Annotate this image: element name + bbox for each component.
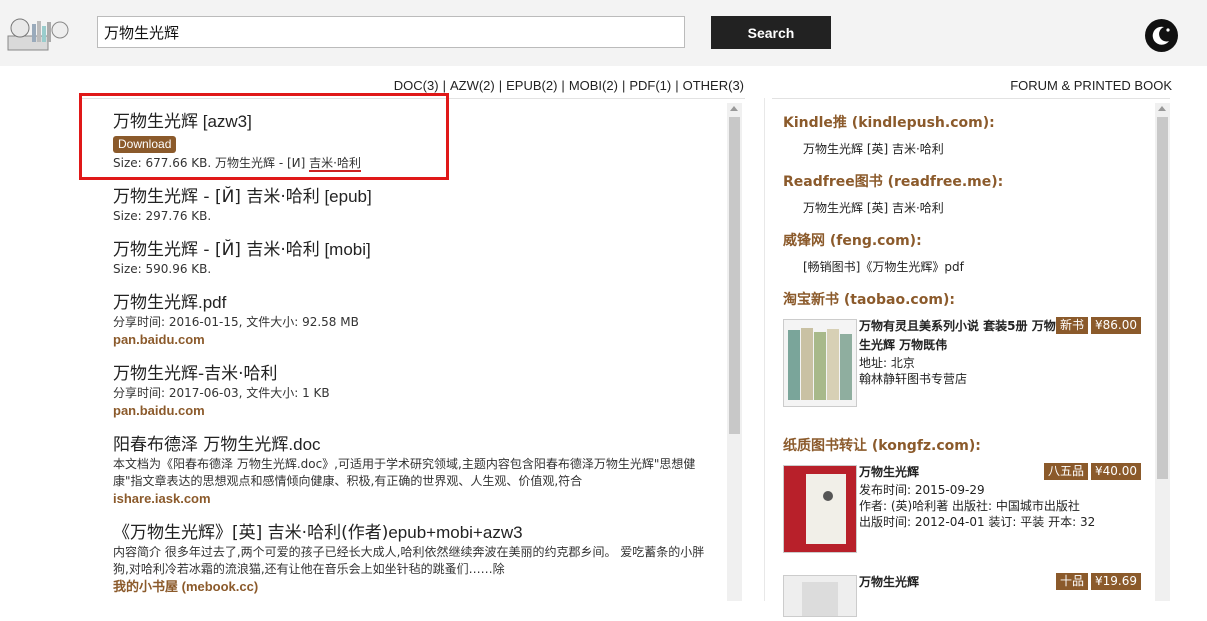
product-card: 万物生光辉 十品 ¥19.69 <box>783 573 1143 617</box>
scrollbar-thumb[interactable] <box>1157 117 1168 479</box>
filter-separator: | <box>561 78 565 93</box>
result-item: 万物生光辉.pdf 分享时间: 2016-01-15, 文件大小: 92.58 … <box>113 292 713 349</box>
divider <box>772 98 1170 99</box>
sidebar: Kindle推 (kindlepush.com): 万物生光辉 [英] 吉米·哈… <box>783 112 1143 621</box>
filter-separator: | <box>498 78 503 93</box>
price-badge: ¥40.00 <box>1091 463 1141 480</box>
filter-separator: | <box>442 78 446 93</box>
format-filters: DOC(3) | AZW(2) | EPUB(2) | MOBI(2) | PDF(1) | OTH… <box>300 78 744 93</box>
result-source-link[interactable]: ishare.iask.com <box>113 490 713 508</box>
sidebar-link[interactable]: [畅销图书]《万物生光辉》pdf <box>783 258 1143 276</box>
product-image[interactable] <box>783 575 857 617</box>
product-detail: 作者: (英)哈利著 出版社: 中国城市出版社 <box>859 499 1080 513</box>
sidebar-section-heading: 威锋网 (feng.com): <box>783 233 922 249</box>
sidebar-section-heading: Kindle推 (kindlepush.com): <box>783 115 995 131</box>
filter-separator: | <box>675 78 679 93</box>
sidebar-section-heading: 纸质图书转让 (kongfz.com): <box>783 438 981 454</box>
product-detail: 翰林静轩图书专营店 <box>859 372 968 386</box>
result-meta: 分享时间: 2017-06-03, 文件大小: 1 KB <box>113 386 330 400</box>
sidebar-section-heading: 淘宝新书 (taobao.com): <box>783 292 955 308</box>
filter-doc[interactable]: DOC(3) <box>394 78 439 93</box>
filter-azw[interactable]: AZW(2) <box>450 78 495 93</box>
product-detail: 出版时间: 2012-04-01 装订: 平装 开本: 32 <box>859 515 1096 529</box>
result-meta: Size: 297.76 KB. <box>113 209 212 223</box>
filter-epub[interactable]: EPUB(2) <box>506 78 557 93</box>
sidebar-link[interactable]: 万物生光辉 [英] 吉米·哈利 <box>783 140 1143 158</box>
result-meta: Size: 590.96 KB. <box>113 262 212 276</box>
result-source-link[interactable]: pan.baidu.com <box>113 331 713 349</box>
moon-icon[interactable] <box>1145 19 1178 52</box>
search-input[interactable] <box>97 16 685 48</box>
result-meta: 内容简介 很多年过去了,两个可爱的孩子已经长大成人,哈利依然继续奔波在美丽的约克… <box>113 545 705 576</box>
product-image[interactable] <box>783 319 857 407</box>
divider <box>764 98 765 601</box>
sidebar-scrollbar[interactable] <box>1155 103 1170 601</box>
filter-other[interactable]: OTHER(3) <box>683 78 744 93</box>
result-meta: 本文档为《阳春布德泽 万物生光辉.doc》,可适用于学术研究领域,主题内容包含阳… <box>113 457 696 488</box>
product-detail: 发布时间: 2015-09-29 <box>859 483 985 497</box>
result-title[interactable]: 万物生光辉.pdf <box>113 292 713 314</box>
condition-badge: 八五品 <box>1044 463 1089 480</box>
scrollbar-thumb[interactable] <box>729 117 740 434</box>
sidebar-link[interactable]: 万物生光辉 [英] 吉米·哈利 <box>783 199 1143 217</box>
result-source-link[interactable]: pan.baidu.com <box>113 402 713 420</box>
filter-mobi[interactable]: MOBI(2) <box>569 78 618 93</box>
sidebar-section-heading: Readfree图书 (readfree.me): <box>783 174 1004 190</box>
result-source-link[interactable]: 我的小书屋 (mebook.cc) <box>113 578 713 596</box>
product-info: 万物有灵且美系列小说 套装5册 万物生光辉 万物既伟 地址: 北京 翰林静轩图书… <box>859 317 1059 387</box>
result-item: 万物生光辉 - [Й] 吉米·哈利 [epub] Size: 297.76 KB… <box>113 186 713 225</box>
result-title[interactable]: 万物生光辉-吉米·哈利 <box>113 363 713 385</box>
result-title[interactable]: 万物生光辉 - [Й] 吉米·哈利 [epub] <box>113 186 713 208</box>
product-image[interactable] <box>783 465 857 553</box>
product-info: 万物生光辉 <box>859 573 1059 592</box>
result-title[interactable]: 万物生光辉 - [Й] 吉米·哈利 [mobi] <box>113 239 713 261</box>
result-meta: 分享时间: 2016-01-15, 文件大小: 92.58 MB <box>113 315 359 329</box>
forum-heading: FORUM & PRINTED BOOK <box>1010 78 1172 93</box>
condition-badge: 新书 <box>1056 317 1089 334</box>
result-item: 万物生光辉-吉米·哈利 分享时间: 2017-06-03, 文件大小: 1 KB… <box>113 363 713 420</box>
search-button[interactable]: Search <box>711 16 831 49</box>
result-title[interactable]: 《万物生光辉》[英] 吉米·哈利(作者)epub+mobi+azw3 <box>113 522 713 544</box>
product-title[interactable]: 万物生光辉 <box>859 573 1059 592</box>
result-item: 万物生光辉 - [Й] 吉米·哈利 [mobi] Size: 590.96 KB… <box>113 239 713 278</box>
condition-badge: 十品 <box>1056 573 1089 590</box>
result-item: 《万物生光辉》[英] 吉米·哈利(作者)epub+mobi+azw3 内容简介 … <box>113 522 713 596</box>
product-card: 万物生光辉 发布时间: 2015-09-29 作者: (英)哈利著 出版社: 中… <box>783 463 1143 565</box>
filter-separator: | <box>621 78 626 93</box>
highlight-box <box>79 93 449 180</box>
site-logo[interactable] <box>6 16 70 52</box>
result-item: 阳春布德泽 万物生光辉.doc 本文档为《阳春布德泽 万物生光辉.doc》,可适… <box>113 434 713 508</box>
scroll-up-icon[interactable] <box>730 106 738 111</box>
results-list: 万物生光辉 [azw3] Download Size: 677.66 KB. 万… <box>113 111 713 610</box>
scroll-up-icon[interactable] <box>1158 106 1166 111</box>
result-title[interactable]: 阳春布德泽 万物生光辉.doc <box>113 434 713 456</box>
product-detail: 地址: 北京 <box>859 356 915 370</box>
price-badge: ¥19.69 <box>1091 573 1141 590</box>
filter-pdf[interactable]: PDF(1) <box>629 78 671 93</box>
price-badge: ¥86.00 <box>1091 317 1141 334</box>
product-card: 万物有灵且美系列小说 套装5册 万物生光辉 万物既伟 地址: 北京 翰林静轩图书… <box>783 317 1143 425</box>
results-scrollbar[interactable] <box>727 103 742 601</box>
product-title[interactable]: 万物有灵且美系列小说 套装5册 万物生光辉 万物既伟 <box>859 317 1059 355</box>
